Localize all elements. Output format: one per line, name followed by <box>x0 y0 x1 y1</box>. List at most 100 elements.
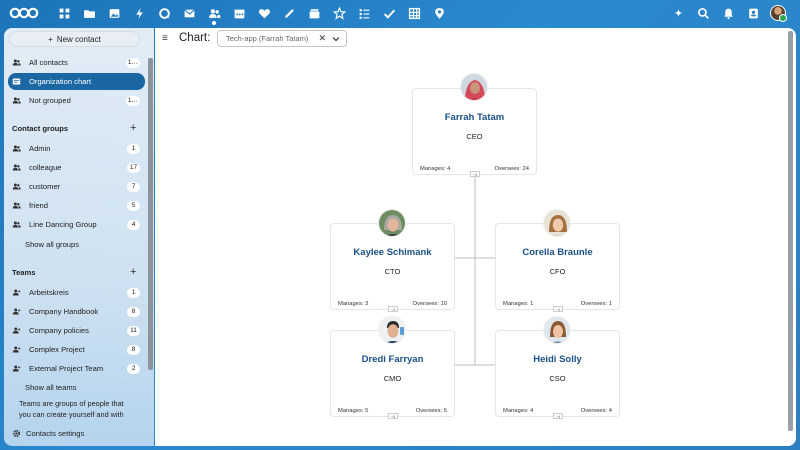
count-badge: 8 <box>127 344 140 355</box>
node-name[interactable]: Farrah Tatam <box>413 112 536 123</box>
sidebar-item-label: colleague <box>29 163 62 172</box>
node-role: CFO <box>549 267 566 276</box>
show-all-groups-link[interactable]: Show all groups <box>25 240 79 249</box>
contacts-settings-button[interactable]: Contacts settings <box>12 429 84 438</box>
calendar-icon[interactable] <box>227 3 252 23</box>
count-badge: 1 <box>127 143 140 154</box>
node-oversees: Oversees: 10 <box>412 301 447 307</box>
heart-icon[interactable] <box>252 3 277 23</box>
sidebar-item-organization-chart[interactable]: Organization chart <box>8 73 145 90</box>
people-icon <box>12 96 24 105</box>
notifications-icon[interactable] <box>716 3 741 23</box>
count-badge: 1… <box>125 57 140 68</box>
node-role: CTO <box>384 267 401 276</box>
count-badge: 11 <box>127 325 140 336</box>
people-icon <box>12 144 24 153</box>
plus-icon: + <box>48 34 53 44</box>
tasks-icon[interactable] <box>352 3 377 23</box>
people-icon <box>12 220 24 229</box>
collapse-toggle[interactable]: −4 <box>553 413 563 419</box>
count-badge: 5 <box>127 200 140 211</box>
people-icon <box>12 163 24 172</box>
assistant-icon[interactable]: ✦ <box>666 3 691 23</box>
add-team-icon[interactable]: + <box>130 267 136 278</box>
people-icon <box>12 182 24 191</box>
main-content: ≡ Chart: Tech-app (Farrah Tatam) ✕ Farra… <box>155 28 796 446</box>
sidebar-item-not-grouped[interactable]: Not grouped 1… <box>8 92 145 109</box>
photos-icon[interactable] <box>102 3 127 23</box>
sidebar-item-customer[interactable]: customer 7 <box>8 178 145 195</box>
avatar-cfo <box>543 209 571 237</box>
sidebar-item-admin[interactable]: Admin 1 <box>8 140 145 157</box>
avatar-ceo <box>460 73 488 101</box>
sidebar-item-friend[interactable]: friend 5 <box>8 197 145 214</box>
sidebar-item-external-project-team[interactable]: External Project Team 2 <box>8 360 145 377</box>
sidebar-item-label: Admin <box>29 144 51 153</box>
top-bar: ✦ <box>0 0 800 26</box>
dashboard-icon[interactable] <box>52 3 77 23</box>
collapse-toggle[interactable]: −1 <box>553 306 563 312</box>
files-icon[interactable] <box>77 3 102 23</box>
sidebar-item-company-policies[interactable]: Company policies 11 <box>8 322 145 339</box>
talk-icon[interactable] <box>152 3 177 23</box>
node-role: CEO <box>466 132 483 141</box>
tables-icon[interactable] <box>402 3 427 23</box>
sidebar-item-label: Organization chart <box>29 77 92 86</box>
contacts-icon[interactable] <box>202 3 227 25</box>
team-icon <box>12 345 24 354</box>
sidebar-item-all-contacts[interactable]: All contacts 1… <box>8 54 145 71</box>
count-badge: 8 <box>127 306 140 317</box>
app-navigation: + New contact All contacts 1… Organization… <box>4 28 154 446</box>
contacts-menu-icon[interactable] <box>741 3 766 23</box>
team-icon <box>12 326 24 335</box>
maps-icon[interactable] <box>427 3 452 23</box>
node-manages: Manages: 1 <box>503 301 534 307</box>
mail-icon[interactable] <box>177 3 202 23</box>
add-group-icon[interactable]: + <box>130 123 136 134</box>
people-icon <box>12 201 24 210</box>
sidebar-item-label: Company policies <box>29 326 89 335</box>
star-icon[interactable] <box>327 3 352 23</box>
count-badge: 4 <box>127 219 140 230</box>
sidebar-item-colleague[interactable]: colleague 17 <box>8 159 145 176</box>
count-badge: 17 <box>127 162 140 173</box>
sidebar-item-company-handbook[interactable]: Company Handbook 8 <box>8 303 145 320</box>
check-icon[interactable] <box>377 3 402 23</box>
sidebar-item-label: External Project Team <box>29 364 104 373</box>
activity-icon[interactable] <box>127 3 152 23</box>
user-avatar[interactable] <box>770 5 787 22</box>
count-badge: 7 <box>127 181 140 192</box>
show-all-teams-link[interactable]: Show all teams <box>25 383 77 392</box>
sidebar-item-label: Arbeitskreis <box>29 288 69 297</box>
node-name[interactable]: Corella Braunle <box>496 247 619 258</box>
nextcloud-logo-icon[interactable] <box>8 6 40 20</box>
sidebar-item-complex-project[interactable]: Complex Project 8 <box>8 341 145 358</box>
sidebar-item-line-dancing-group[interactable]: Line Dancing Group 4 <box>8 216 145 233</box>
collapse-toggle[interactable]: −4 <box>470 171 480 177</box>
main-scrollbar[interactable] <box>788 31 793 431</box>
search-icon[interactable] <box>691 3 716 23</box>
avatar-cto <box>378 209 406 237</box>
node-manages: Manages: 5 <box>338 408 369 414</box>
sidebar-item-label: Line Dancing Group <box>29 220 97 229</box>
avatar-cmo <box>378 316 406 344</box>
deck-icon[interactable] <box>302 3 327 23</box>
avatar-cso <box>543 316 571 344</box>
node-name[interactable]: Heidi Solly <box>496 354 619 365</box>
notes-icon[interactable] <box>277 3 302 23</box>
collapse-toggle[interactable]: −3 <box>388 306 398 312</box>
org-node-ceo[interactable]: Farrah Tatam CEO Manages: 4 Oversees: 24… <box>412 88 537 177</box>
collapse-toggle[interactable]: −5 <box>388 413 398 419</box>
sidebar-item-label: customer <box>29 182 61 191</box>
node-name[interactable]: Kaylee Schimank <box>331 247 454 258</box>
sidebar-item-label: Complex Project <box>29 345 85 354</box>
node-name[interactable]: Dredi Farryan <box>331 354 454 365</box>
node-role: CSO <box>549 374 566 383</box>
team-icon <box>12 288 24 297</box>
node-manages: Manages: 4 <box>420 166 451 172</box>
node-oversees: Oversees: 24 <box>494 166 529 172</box>
new-contact-button[interactable]: + New contact <box>9 31 140 47</box>
sidebar-scrollbar[interactable] <box>148 58 153 370</box>
node-oversees: Oversees: 1 <box>580 301 612 307</box>
sidebar-item-arbeitskreis[interactable]: Arbeitskreis 1 <box>8 284 145 301</box>
